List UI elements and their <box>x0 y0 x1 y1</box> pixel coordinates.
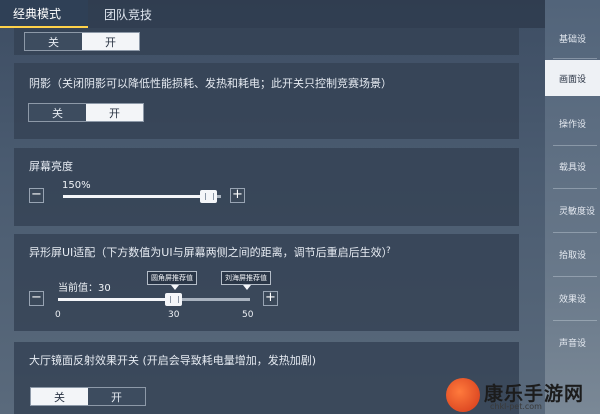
sidebar-divider <box>553 232 597 233</box>
sidebar-divider <box>553 58 597 59</box>
notch-adapt-panel: 异形屏UI适配（下方数值为UI与屏幕两侧之间的距离，调节后重启后生效） ? 当前… <box>14 234 519 331</box>
sidebar-item-pickup[interactable]: 拾取设 <box>545 236 600 272</box>
sidebar-item-controls[interactable]: 操作设 <box>545 105 600 141</box>
shadow-title: 阴影（关闭阴影可以降低性能损耗、发热和耗电；此开关只控制竞赛场景） <box>29 77 392 90</box>
sidebar-item-effects[interactable]: 效果设 <box>545 280 600 316</box>
brightness-value: 150% <box>62 180 91 191</box>
sidebar-item-graphics[interactable]: 画面设 <box>545 60 600 96</box>
sidebar-item-sensitivity[interactable]: 灵敏度设 <box>545 192 600 228</box>
notch-slider[interactable] <box>58 293 250 306</box>
top-toggle-on[interactable]: 开 <box>82 33 139 50</box>
rounded-screen-marker: 圆角屏推荐值 <box>147 271 197 285</box>
shadow-toggle[interactable]: 关 开 <box>28 103 144 122</box>
sidebar-item-sound[interactable]: 声音设 <box>545 324 600 360</box>
brightness-slider-thumb[interactable] <box>200 190 218 203</box>
settings-sidebar: 基础设 画面设 操作设 载具设 灵敏度设 拾取设 效果设 声音设 <box>545 0 600 414</box>
brightness-decrease-button[interactable]: − <box>29 188 44 203</box>
sidebar-divider <box>553 188 597 189</box>
notch-current-value: 当前值：30 <box>58 283 111 294</box>
top-toggle-off[interactable]: 关 <box>25 33 82 50</box>
shadow-toggle-on[interactable]: 开 <box>86 104 143 121</box>
notch-slider-thumb[interactable] <box>165 293 183 306</box>
shadow-toggle-off[interactable]: 关 <box>29 104 86 121</box>
sidebar-item-basic[interactable]: 基础设 <box>545 20 600 56</box>
notch-decrease-button[interactable]: − <box>29 291 44 306</box>
watermark-url: chkl-pet.com <box>490 402 542 411</box>
sidebar-divider <box>553 276 597 277</box>
tab-team-deathmatch[interactable]: 团队竞技 <box>88 0 168 28</box>
notch-tick-current: 30 <box>168 310 180 320</box>
notch-slider-fill <box>58 298 174 301</box>
reflection-toggle-off[interactable]: 关 <box>31 388 88 405</box>
notch-increase-button[interactable]: + <box>263 291 278 306</box>
watermark-logo-icon <box>446 378 480 412</box>
reflection-panel: 大厅镜面反射效果开关 (开启会导致耗电量增加，发热加剧) 关 开 <box>14 342 519 414</box>
sidebar-item-vehicle[interactable]: 载具设 <box>545 148 600 184</box>
notch-screen-marker-arrow <box>243 285 251 290</box>
notch-adapt-title: 异形屏UI适配（下方数值为UI与屏幕两侧之间的距离，调节后重启后生效） <box>29 246 393 259</box>
reflection-toggle-on[interactable]: 开 <box>88 388 145 405</box>
shadow-panel: 阴影（关闭阴影可以降低性能损耗、发热和耗电；此开关只控制竞赛场景） 关 开 <box>14 63 519 139</box>
reflection-title: 大厅镜面反射效果开关 (开启会导致耗电量增加，发热加剧) <box>29 354 317 367</box>
brightness-slider-fill <box>63 195 209 198</box>
watermark-logo: 康乐手游网 chkl-pet.com <box>446 378 598 414</box>
brightness-panel: 屏幕亮度 150% − + <box>14 148 519 226</box>
notch-tick-min: 0 <box>55 310 61 320</box>
rounded-screen-marker-arrow <box>171 285 179 290</box>
sidebar-divider <box>553 320 597 321</box>
brightness-title: 屏幕亮度 <box>29 160 73 173</box>
mode-tabs: 经典模式 团队竞技 <box>0 0 545 28</box>
tab-classic-mode[interactable]: 经典模式 <box>0 0 89 28</box>
sidebar-divider <box>553 145 597 146</box>
brightness-slider[interactable] <box>63 190 221 203</box>
notch-tick-max: 50 <box>242 310 254 320</box>
top-toggle[interactable]: 关 开 <box>24 32 140 51</box>
notch-screen-marker: 刘海屏推荐值 <box>221 271 271 285</box>
top-toggle-panel: 关 开 <box>14 28 519 55</box>
help-icon[interactable]: ? <box>386 246 391 256</box>
reflection-toggle[interactable]: 关 开 <box>30 387 146 406</box>
brightness-increase-button[interactable]: + <box>230 188 245 203</box>
